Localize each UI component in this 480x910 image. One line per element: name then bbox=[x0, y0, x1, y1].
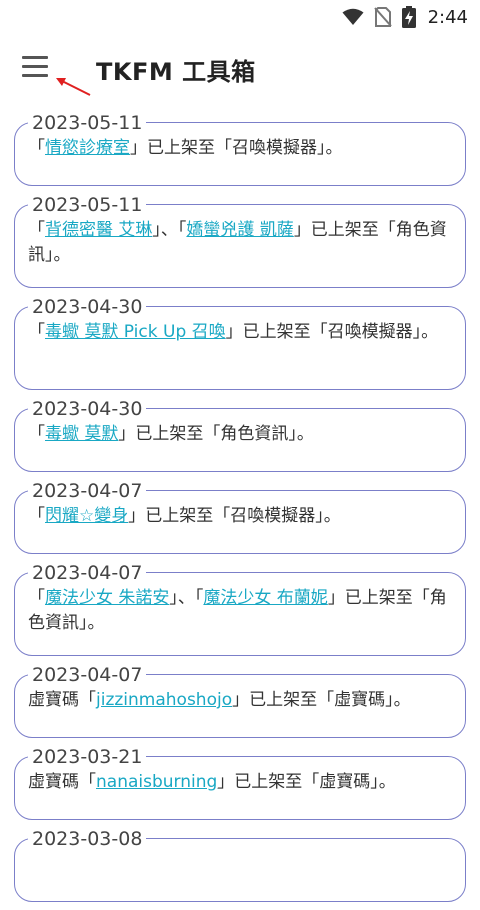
news-text-segment: 」、「 bbox=[152, 220, 187, 240]
no-sim-icon bbox=[373, 7, 392, 27]
status-bar: 2:44 bbox=[0, 0, 480, 34]
news-text-segment: 」已上架至「召喚模擬器」。 bbox=[128, 506, 341, 526]
news-link[interactable]: 毒蠍 莫默 Pick Up 召喚 bbox=[45, 322, 226, 342]
news-item: 2023-04-30 「毒蠍 莫默」已上架至「角色資訊」。 bbox=[0, 398, 480, 480]
wifi-icon bbox=[342, 8, 364, 25]
news-date: 2023-04-07 bbox=[28, 480, 147, 502]
news-item: 2023-05-11 「情慾診療室」已上架至「召喚模擬器」。 bbox=[0, 112, 480, 194]
battery-charging-icon bbox=[401, 6, 416, 28]
news-text-segment: 虛寶碼「 bbox=[28, 690, 96, 710]
news-text-segment: 」已上架至「召喚模擬器」。 bbox=[225, 322, 439, 342]
news-text: 「閃耀☆變身」已上架至「召喚模擬器」。 bbox=[28, 504, 454, 529]
news-link[interactable]: 魔法少女 布蘭妮 bbox=[203, 588, 327, 608]
news-item: 2023-04-07 「魔法少女 朱諾安」、「魔法少女 布蘭妮」已上架至「角色資訊… bbox=[0, 562, 480, 664]
news-link[interactable]: 魔法少女 朱諾安 bbox=[45, 588, 169, 608]
news-text-segment: 「 bbox=[28, 506, 45, 526]
news-text-segment: 」、「 bbox=[169, 588, 204, 608]
news-item: 2023-05-11 「背德密醫 艾琳」、「嬌蠻兇護 凱薩」已上架至「角色資訊」。 bbox=[0, 194, 480, 296]
news-text: 虛寶碼「jizzinmahoshojo」已上架至「虛寶碼」。 bbox=[28, 688, 454, 713]
news-text: 「毒蠍 莫默」已上架至「角色資訊」。 bbox=[28, 422, 454, 447]
news-text-segment: 「 bbox=[28, 322, 45, 342]
news-text: 「魔法少女 朱諾安」、「魔法少女 布蘭妮」已上架至「角色資訊」。 bbox=[28, 586, 454, 636]
news-text-segment: 「 bbox=[28, 138, 45, 158]
news-link[interactable]: 嬌蠻兇護 凱薩 bbox=[186, 220, 293, 240]
annotation-arrow-icon bbox=[56, 78, 91, 96]
news-text-segment: 」已上架至「召喚模擬器」。 bbox=[130, 138, 343, 158]
news-date: 2023-04-30 bbox=[28, 296, 147, 318]
news-text-segment: 「 bbox=[28, 220, 45, 240]
news-link[interactable]: 毒蠍 莫默 bbox=[45, 424, 118, 444]
news-date: 2023-04-07 bbox=[28, 562, 147, 584]
news-link[interactable]: nanaisburning bbox=[96, 772, 217, 792]
news-list: 2023-05-11 「情慾診療室」已上架至「召喚模擬器」。 2023-05-11 「… bbox=[0, 112, 480, 910]
menu-icon bbox=[22, 56, 48, 59]
news-item: 2023-04-30 「毒蠍 莫默 Pick Up 召喚」已上架至「召喚模擬器」。 bbox=[0, 296, 480, 398]
news-item: 2023-04-07 虛寶碼「jizzinmahoshojo」已上架至「虛寶碼」。 bbox=[0, 664, 480, 746]
news-text-segment: 「 bbox=[28, 424, 45, 444]
news-item: 2023-03-21 虛寶碼「nanaisburning」已上架至「虛寶碼」。 bbox=[0, 746, 480, 828]
news-text-segment: 虛寶碼「 bbox=[28, 772, 96, 792]
news-text-segment: 」已上架至「虛寶碼」。 bbox=[217, 772, 396, 792]
news-item: 2023-03-08 bbox=[0, 828, 480, 910]
news-link[interactable]: jizzinmahoshojo bbox=[96, 690, 232, 710]
news-item: 2023-04-07 「閃耀☆變身」已上架至「召喚模擬器」。 bbox=[0, 480, 480, 562]
news-text: 「毒蠍 莫默 Pick Up 召喚」已上架至「召喚模擬器」。 bbox=[28, 320, 454, 345]
news-text: 「背德密醫 艾琳」、「嬌蠻兇護 凱薩」已上架至「角色資訊」。 bbox=[28, 218, 454, 268]
status-time: 2:44 bbox=[427, 6, 468, 28]
news-link[interactable]: 閃耀☆變身 bbox=[45, 506, 128, 526]
news-link[interactable]: 背德密醫 艾琳 bbox=[45, 220, 152, 240]
news-text-segment: 「 bbox=[28, 588, 45, 608]
app-title: TKFM 工具箱 bbox=[96, 58, 256, 86]
news-text: 虛寶碼「nanaisburning」已上架至「虛寶碼」。 bbox=[28, 770, 454, 795]
news-date: 2023-03-21 bbox=[28, 746, 147, 768]
news-date: 2023-04-07 bbox=[28, 664, 147, 686]
news-date: 2023-04-30 bbox=[28, 398, 147, 420]
news-date: 2023-05-11 bbox=[28, 194, 147, 216]
news-date: 2023-03-08 bbox=[28, 828, 147, 850]
news-text-segment: 」已上架至「虛寶碼」。 bbox=[232, 690, 411, 710]
news-date: 2023-05-11 bbox=[28, 112, 147, 134]
news-link[interactable]: 情慾診療室 bbox=[45, 138, 130, 158]
news-text-segment: 」已上架至「角色資訊」。 bbox=[118, 424, 314, 444]
news-card bbox=[14, 306, 466, 390]
menu-button[interactable] bbox=[22, 56, 52, 82]
news-text: 「情慾診療室」已上架至「召喚模擬器」。 bbox=[28, 136, 454, 161]
